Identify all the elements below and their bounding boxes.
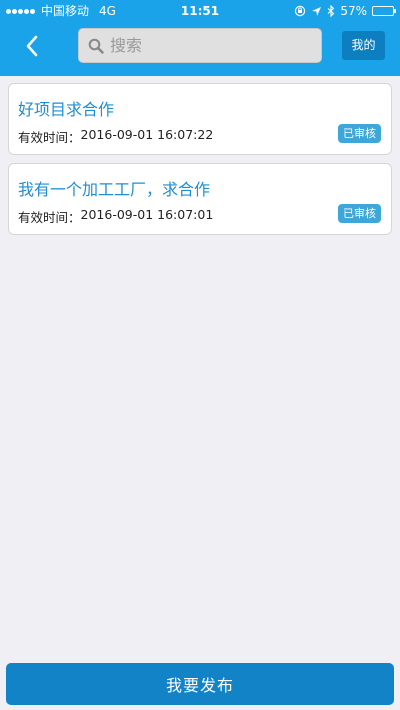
search-box[interactable]: [78, 28, 322, 63]
chevron-left-icon: [26, 35, 38, 57]
app-header: 中国移动 4G 11:51 57% 我的: [0, 0, 400, 76]
item-meta: 有效时间： 2016-09-01 16:07:22: [18, 127, 213, 146]
bluetooth-icon: [327, 5, 335, 17]
publish-button[interactable]: 我要发布: [6, 663, 394, 705]
status-right: 57%: [294, 0, 396, 22]
status-bar: 中国移动 4G 11:51 57%: [0, 0, 400, 22]
item-title: 我有一个加工工厂，求合作: [18, 180, 211, 199]
rotation-lock-icon: [295, 5, 306, 17]
list-item[interactable]: 我有一个加工工厂，求合作 有效时间： 2016-09-01 16:07:01 已…: [8, 163, 392, 235]
location-arrow-icon: [312, 6, 322, 16]
project-list: 好项目求合作 有效时间： 2016-09-01 16:07:22 已审核 我有一…: [8, 83, 392, 243]
search-icon: [88, 38, 104, 54]
valid-time-label: 有效时间：: [18, 130, 81, 145]
battery-percent: 57%: [340, 4, 367, 18]
status-badge: 已审核: [338, 204, 381, 223]
valid-time-label: 有效时间：: [18, 210, 81, 225]
back-button[interactable]: [18, 30, 46, 62]
item-title: 好项目求合作: [18, 100, 115, 119]
search-input[interactable]: [110, 36, 310, 55]
list-item[interactable]: 好项目求合作 有效时间： 2016-09-01 16:07:22 已审核: [8, 83, 392, 155]
battery-icon: [372, 6, 396, 16]
status-badge: 已审核: [338, 124, 381, 143]
valid-time-value: 2016-09-01 16:07:01: [80, 207, 214, 222]
item-meta: 有效时间： 2016-09-01 16:07:01: [18, 207, 213, 226]
valid-time-value: 2016-09-01 16:07:22: [80, 127, 214, 142]
mine-button[interactable]: 我的: [342, 31, 385, 60]
